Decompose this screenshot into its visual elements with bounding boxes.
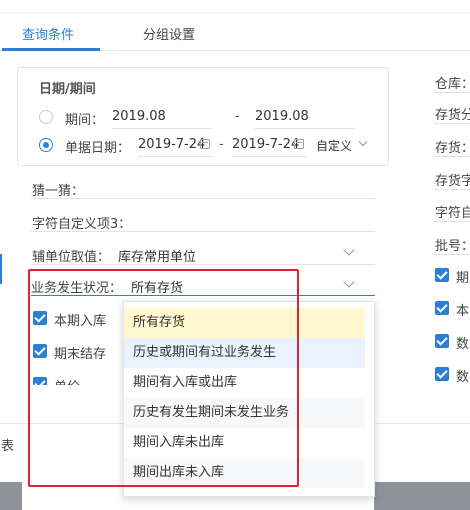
right-checkbox-2-label: 本 <box>456 304 470 319</box>
checkbox-current-inbound-label: 本期入库 <box>54 314 107 329</box>
dropdown-option[interactable]: 所有存货 <box>124 308 365 338</box>
date-period-panel: 日期/期间 期间： 2019.08 - 2019.08 单据日期： 2019-7… <box>17 67 389 166</box>
guess-label: 猜一猜： <box>32 184 85 199</box>
doc-date-from-underline <box>138 156 213 157</box>
right-checkbox-2[interactable] <box>435 301 449 315</box>
period-to-field[interactable]: 2019.08 <box>255 109 309 124</box>
period-from-field[interactable]: 2019.08 <box>112 109 166 124</box>
period-separator: - <box>235 109 240 124</box>
dropdown-option[interactable]: 期间入库未出库 <box>124 428 374 458</box>
calendar-icon[interactable] <box>294 139 304 149</box>
checkbox-current-inbound[interactable] <box>33 311 47 325</box>
inventory-field[interactable] <box>434 156 470 157</box>
period-to-underline <box>255 128 355 129</box>
aux-unit-underline <box>31 264 375 265</box>
report-tab-label[interactable]: 报表 <box>0 435 14 454</box>
left-accent-bar <box>0 254 2 284</box>
right-checkbox-4[interactable] <box>435 367 449 381</box>
business-status-label: 业务发生状况： <box>31 281 123 296</box>
right-checkbox-1[interactable] <box>435 268 449 282</box>
doc-date-separator: - <box>219 137 224 152</box>
inventory-char-field[interactable] <box>434 189 470 190</box>
active-tab-indicator <box>2 48 100 51</box>
right-checkbox-1-label: 期 <box>456 271 470 286</box>
tab-bar: 查询条件 分组设置 <box>0 14 470 51</box>
business-status-underline <box>31 295 375 296</box>
custom-item3-label: 字符自定义项3： <box>32 217 132 232</box>
aux-unit-label: 辅单位取值： <box>32 250 111 265</box>
warehouse-label: 仓库： <box>435 77 470 92</box>
right-checkbox-3[interactable] <box>435 334 449 348</box>
dropdown-option[interactable]: 期间有入库或出库 <box>124 368 374 398</box>
dropdown-option[interactable]: 历史有发生期间未发生业务 <box>124 398 365 428</box>
period-from-underline <box>112 128 212 129</box>
date-period-title: 日期/期间 <box>39 82 96 97</box>
chevron-down-icon[interactable] <box>358 137 368 147</box>
aux-unit-select[interactable]: 库存常用单位 <box>118 246 196 265</box>
inventory-class-label: 存货分 <box>435 108 470 123</box>
doc-date-label: 单据日期： <box>65 141 131 156</box>
doc-date-to-underline <box>232 156 307 157</box>
date-range-select[interactable]: 自定义 <box>316 137 352 154</box>
chevron-down-icon[interactable] <box>343 244 355 256</box>
right-checkbox-3-label: 数 <box>456 337 470 352</box>
dropdown-option[interactable]: 历史或期间有过业务发生 <box>124 338 365 368</box>
checkbox-ending-balance-label: 期末结存 <box>54 347 107 362</box>
checkbox-ending-balance[interactable] <box>33 344 47 358</box>
business-status-select[interactable]: 所有存货 <box>131 277 183 296</box>
custom-item3-field[interactable] <box>31 231 375 232</box>
inventory-label: 存货： <box>435 141 470 156</box>
top-divider <box>0 12 470 13</box>
inventory-char-label: 存货字 <box>435 174 470 189</box>
inventory-class-field[interactable] <box>434 123 470 124</box>
char-custom-label: 字符自 <box>435 206 470 221</box>
guess-field[interactable] <box>31 198 375 199</box>
checkbox-unit-price-label: 单价 <box>54 376 80 385</box>
batch-label: 批号： <box>435 239 470 254</box>
tab-query-conditions[interactable]: 查询条件 <box>22 24 74 43</box>
dropdown-option[interactable]: 期间出库未入库 <box>124 458 365 488</box>
checkbox-unit-price[interactable] <box>33 377 47 385</box>
right-checkbox-4-label: 数 <box>456 370 470 385</box>
business-status-dropdown: 所有存货 历史或期间有过业务发生 期间有入库或出库 历史有发生期间未发生业务 期… <box>123 301 375 497</box>
period-radio[interactable] <box>39 110 53 124</box>
doc-date-radio[interactable] <box>39 138 53 152</box>
doc-date-from-field[interactable]: 2019-7-24 <box>138 137 205 152</box>
tab-group-settings[interactable]: 分组设置 <box>143 24 195 43</box>
calendar-icon[interactable] <box>200 139 210 149</box>
chevron-down-icon[interactable] <box>343 276 355 288</box>
batch-field[interactable] <box>434 254 470 255</box>
char-custom-field[interactable] <box>434 221 470 222</box>
warehouse-field[interactable] <box>434 92 470 93</box>
doc-date-to-field[interactable]: 2019-7-24 <box>232 137 299 152</box>
clipped-row: 单价 <box>30 375 122 385</box>
period-label: 期间： <box>65 113 105 128</box>
